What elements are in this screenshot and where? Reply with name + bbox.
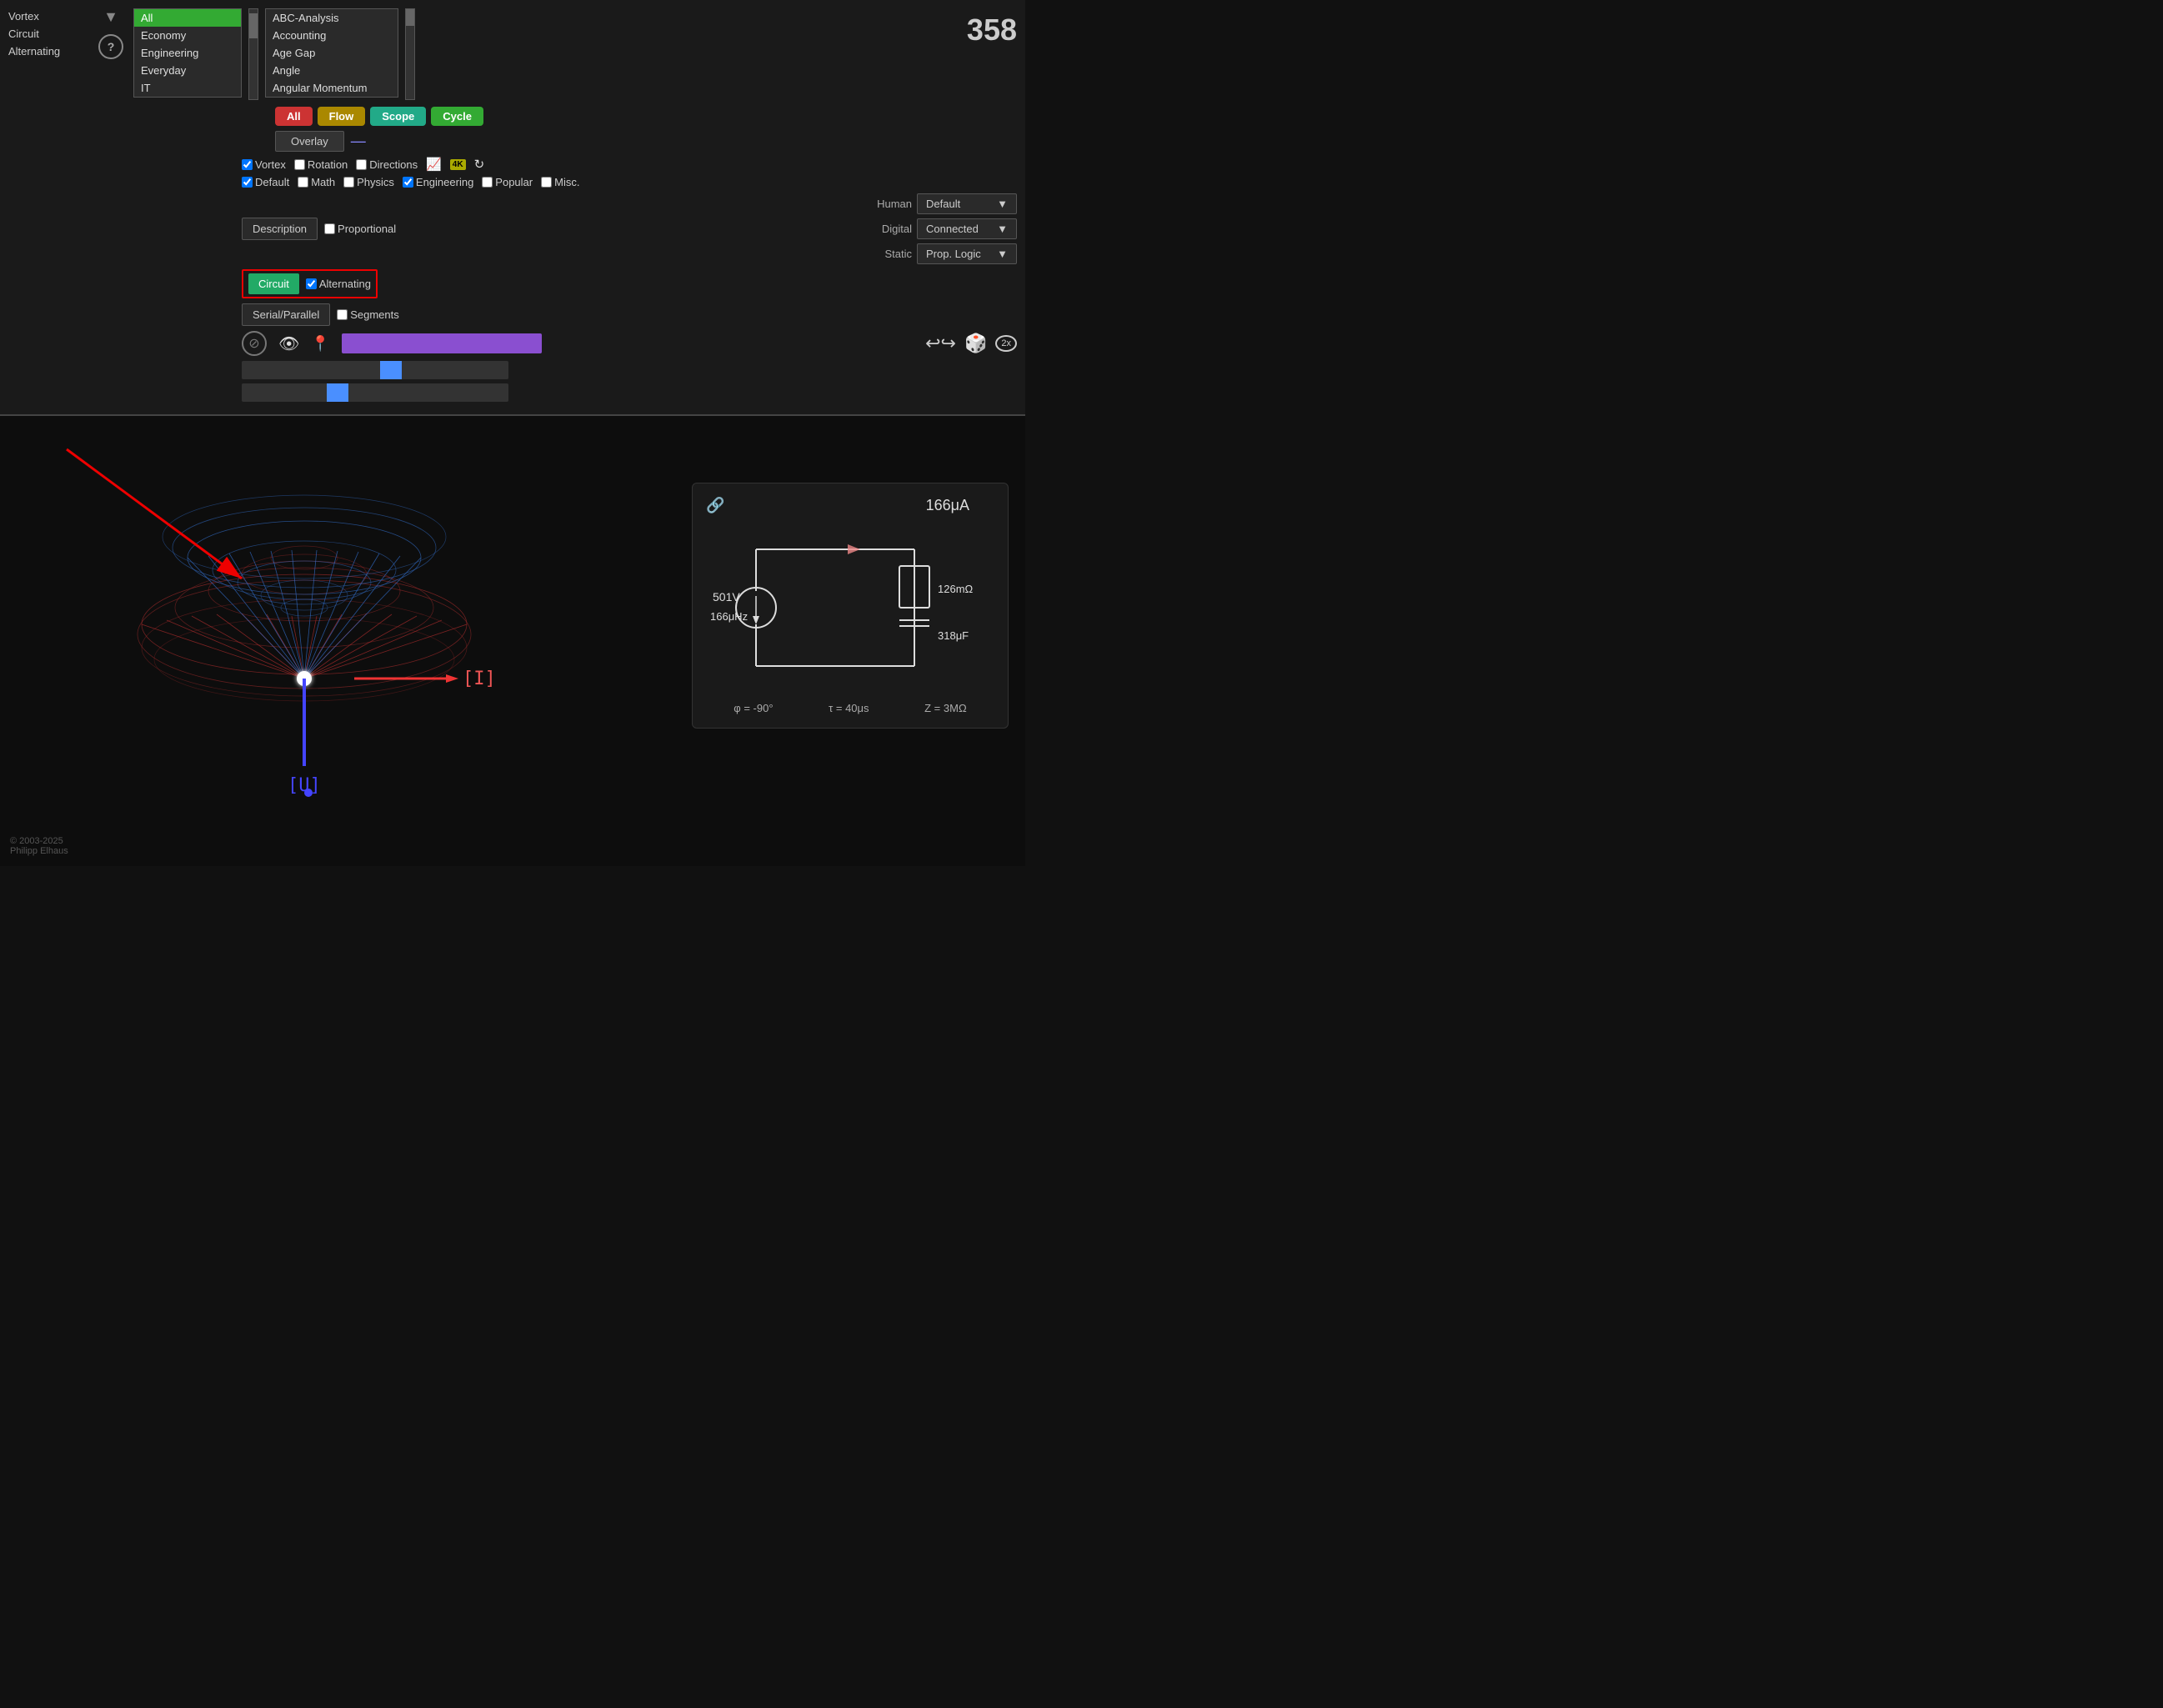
svg-text:501V: 501V bbox=[713, 590, 740, 604]
wireframe-svg: [I] [U] bbox=[88, 441, 521, 841]
description-button[interactable]: Description bbox=[242, 218, 318, 240]
color-bar bbox=[342, 333, 542, 353]
filter-all-button[interactable]: All bbox=[275, 107, 313, 126]
no-icon[interactable]: ⊘ bbox=[242, 331, 267, 356]
cat-economy[interactable]: Economy bbox=[134, 27, 241, 44]
help-button[interactable]: ? bbox=[98, 34, 123, 59]
highlight-box: Circuit Alternating bbox=[242, 269, 378, 298]
count-display: 358 bbox=[967, 13, 1017, 48]
copyright-line2: Philipp Elhaus bbox=[10, 846, 68, 856]
overlay-dash: — bbox=[351, 133, 366, 150]
left-labels: Vortex Circuit Alternating bbox=[8, 8, 92, 60]
digital-dropdown-row: Digital Connected ▼ bbox=[854, 218, 1017, 239]
checkboxes-row1: Vortex Rotation Directions 📈 4K ↻ bbox=[242, 157, 1017, 172]
cat-abc[interactable]: ABC-Analysis bbox=[266, 9, 398, 27]
bottom-panel: [I] [U] 🔗 166μA bbox=[0, 416, 1025, 866]
progress-row-1 bbox=[242, 361, 1017, 379]
human-label: Human bbox=[854, 198, 912, 210]
human-dropdown-row: Human Default ▼ bbox=[854, 193, 1017, 214]
filter-buttons-row: All Flow Scope Cycle bbox=[275, 107, 1017, 126]
filter-scope-button[interactable]: Scope bbox=[370, 107, 426, 126]
check-default[interactable]: Default bbox=[242, 176, 289, 188]
cat-engineering[interactable]: Engineering bbox=[134, 44, 241, 62]
progress-track-2 bbox=[242, 383, 508, 402]
overlay-row: Overlay — bbox=[275, 131, 1017, 152]
static-select[interactable]: Prop. Logic ▼ bbox=[917, 243, 1017, 264]
category-list-2: ABC-Analysis Accounting Age Gap Angle An… bbox=[265, 8, 398, 98]
check-engineering[interactable]: Engineering bbox=[403, 176, 473, 188]
eye-icon[interactable]: 👁 bbox=[278, 333, 299, 354]
check-misc[interactable]: Misc. bbox=[541, 176, 579, 188]
progress-track-1 bbox=[242, 361, 508, 379]
chart-icon: 📈 bbox=[426, 157, 442, 172]
circuit-button[interactable]: Circuit bbox=[248, 273, 299, 294]
filter-cycle-button[interactable]: Cycle bbox=[431, 107, 483, 126]
serial-row: Serial/Parallel Segments bbox=[242, 303, 1017, 326]
category-row: Vortex Circuit Alternating ▼ ? All Econo… bbox=[8, 8, 1017, 100]
check-math[interactable]: Math bbox=[298, 176, 335, 188]
circuit-panel: 🔗 166μA bbox=[692, 483, 1009, 729]
copyright-line1: © 2003-2025 bbox=[10, 836, 68, 846]
cat-accounting[interactable]: Accounting bbox=[266, 27, 398, 44]
digital-label: Digital bbox=[854, 223, 912, 235]
check-directions[interactable]: Directions bbox=[356, 158, 418, 171]
progress-row-2 bbox=[242, 383, 1017, 402]
refresh-icon[interactable]: ↻ bbox=[474, 157, 485, 172]
phi-value: φ = -90° bbox=[734, 702, 773, 714]
icons-row: ⊘ 👁 📍 ↩↪ 🎲 2x bbox=[242, 331, 1017, 356]
label-vortex: Vortex bbox=[8, 8, 92, 26]
4k-badge: 4K bbox=[450, 159, 466, 170]
svg-text:126mΩ: 126mΩ bbox=[938, 583, 974, 595]
cat-agegap[interactable]: Age Gap bbox=[266, 44, 398, 62]
right-dropdowns: Human Default ▼ Digital Connected ▼ Stat… bbox=[854, 193, 1017, 264]
category-list-1: All Economy Engineering Everyday IT bbox=[133, 8, 242, 98]
right-icon-group: ↩↪ 🎲 2x bbox=[925, 333, 1017, 354]
check-proportional[interactable]: Proportional bbox=[324, 223, 396, 235]
cat-it[interactable]: IT bbox=[134, 79, 241, 97]
svg-text:[I]: [I] bbox=[463, 669, 496, 689]
top-panel: Vortex Circuit Alternating ▼ ? All Econo… bbox=[0, 0, 1025, 416]
check-segments[interactable]: Segments bbox=[337, 308, 399, 321]
rotate-icon[interactable]: ↩↪ bbox=[925, 333, 956, 354]
cat-all[interactable]: All bbox=[134, 9, 241, 27]
blue-connector-icon: [U] bbox=[288, 775, 321, 796]
digital-select[interactable]: Connected ▼ bbox=[917, 218, 1017, 239]
progress-fill-2 bbox=[327, 383, 348, 402]
svg-text:166μHz: 166μHz bbox=[710, 610, 748, 623]
2x-badge[interactable]: 2x bbox=[995, 335, 1017, 352]
label-circuit: Circuit bbox=[8, 26, 92, 43]
check-vortex[interactable]: Vortex bbox=[242, 158, 286, 171]
filter-flow-button[interactable]: Flow bbox=[318, 107, 366, 126]
checkboxes-row2: Default Math Physics Engineering Popular… bbox=[242, 176, 1017, 188]
serial-parallel-button[interactable]: Serial/Parallel bbox=[242, 303, 330, 326]
check-alternating[interactable]: Alternating bbox=[306, 278, 371, 290]
svg-text:318μF: 318μF bbox=[938, 629, 969, 642]
circuit-svg: 501V 166μHz 126mΩ 318μF bbox=[706, 524, 989, 691]
static-dropdown-row: Static Prop. Logic ▼ bbox=[854, 243, 1017, 264]
check-rotation[interactable]: Rotation bbox=[294, 158, 348, 171]
circuit-top: 🔗 166μA bbox=[706, 497, 994, 514]
controls-row1: Description Proportional Human Default ▼… bbox=[242, 193, 1017, 264]
cat-angular[interactable]: Angular Momentum bbox=[266, 79, 398, 97]
link-icon[interactable]: 🔗 bbox=[706, 497, 724, 514]
label-alternating: Alternating bbox=[8, 43, 92, 61]
current-value: 166μA bbox=[926, 497, 969, 514]
check-physics[interactable]: Physics bbox=[343, 176, 394, 188]
pin-icon[interactable]: 📍 bbox=[311, 335, 329, 353]
copyright: © 2003-2025 Philipp Elhaus bbox=[10, 836, 68, 856]
circuit-row: Circuit Alternating bbox=[242, 269, 1017, 298]
check-popular[interactable]: Popular bbox=[482, 176, 533, 188]
static-label: Static bbox=[854, 248, 912, 260]
human-select[interactable]: Default ▼ bbox=[917, 193, 1017, 214]
impedance-value: Z = 3MΩ bbox=[924, 702, 967, 714]
progress-fill-1 bbox=[380, 361, 402, 379]
viz-area: [I] [U] bbox=[0, 416, 608, 866]
tau-value: τ = 40μs bbox=[829, 702, 869, 714]
overlay-button[interactable]: Overlay bbox=[275, 131, 344, 152]
cube-icon[interactable]: 🎲 bbox=[964, 333, 987, 354]
cat-angle[interactable]: Angle bbox=[266, 62, 398, 79]
cat-everyday[interactable]: Everyday bbox=[134, 62, 241, 79]
circuit-bottom-values: φ = -90° τ = 40μs Z = 3MΩ bbox=[706, 702, 994, 714]
